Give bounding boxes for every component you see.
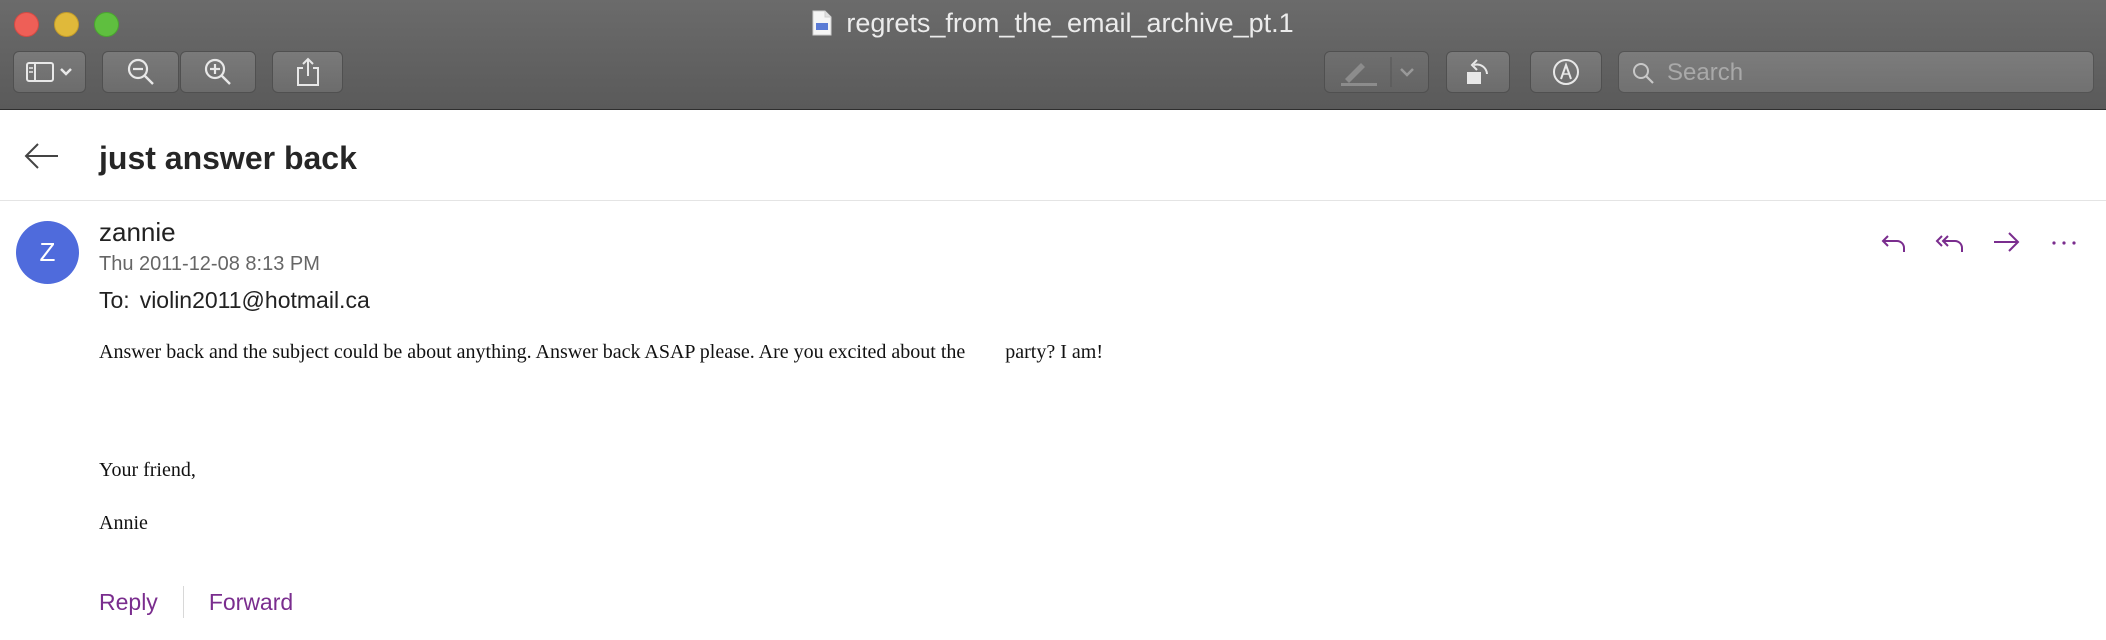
email-datetime: Thu 2011-12-08 8:13 PM: [99, 253, 320, 275]
to-label: To:: [99, 287, 130, 313]
recipient-line: To: violin2011@hotmail.ca: [99, 287, 370, 314]
reply-button[interactable]: [1874, 222, 1914, 262]
email-header-bar: just answer back: [0, 110, 2106, 201]
window-title-text: regrets_from_the_email_archive_pt.1: [846, 8, 1294, 38]
reply-link[interactable]: Reply: [99, 589, 158, 616]
zoom-in-icon: [204, 58, 231, 85]
arrow-left-icon: [24, 143, 58, 169]
zoom-out-button[interactable]: [102, 51, 179, 93]
email-signature: Annie: [99, 512, 148, 534]
document-file-icon: [812, 10, 832, 36]
zoom-in-button[interactable]: [180, 51, 256, 93]
email-subject: just answer back: [99, 140, 357, 176]
markup-pen-icon: [1553, 59, 1579, 85]
rotate-button[interactable]: [1446, 51, 1510, 93]
arrow-right-icon: [1994, 232, 2020, 252]
avatar: Z: [16, 221, 79, 284]
share-button[interactable]: [272, 51, 343, 93]
search-icon: [1633, 63, 1654, 84]
highlight-button[interactable]: [1324, 51, 1429, 93]
forward-button[interactable]: [1986, 222, 2026, 262]
reply-icon: [1881, 235, 1905, 252]
reply-forward-links: Reply Forward: [99, 584, 293, 620]
body-text-part1: Answer back and the subject could be abo…: [99, 341, 966, 363]
reply-all-icon: [1935, 235, 1963, 252]
back-button[interactable]: [22, 136, 62, 176]
search-input[interactable]: [1665, 56, 2079, 90]
share-icon: [296, 57, 319, 86]
link-divider: [182, 586, 184, 618]
body-text-part2: party? I am!: [1005, 341, 1103, 363]
zoom-out-icon: [127, 58, 154, 85]
more-horizontal-icon: [2052, 241, 2076, 245]
forward-link[interactable]: Forward: [209, 589, 293, 616]
window-toolbar: regrets_from_the_email_archive_pt.1: [0, 0, 2106, 110]
email-signoff: Your friend,: [99, 459, 196, 481]
more-options-button[interactable]: [2044, 222, 2084, 262]
window-title: regrets_from_the_email_archive_pt.1: [0, 7, 2106, 39]
highlighter-pen-icon: [1341, 57, 1392, 87]
search-field[interactable]: [1618, 51, 2094, 93]
sidebar-icon: [25, 62, 72, 82]
recipient-address: violin2011@hotmail.ca: [139, 287, 370, 313]
rotate-icon: [1467, 59, 1488, 84]
sidebar-toggle-button[interactable]: [13, 51, 86, 93]
chevron-down-icon: [1400, 68, 1414, 77]
markup-button[interactable]: [1530, 51, 1602, 93]
sender-name: zannie: [99, 217, 176, 247]
email-body-paragraph: Answer back and the subject could be abo…: [99, 341, 1103, 364]
reply-all-button[interactable]: [1930, 222, 1970, 262]
